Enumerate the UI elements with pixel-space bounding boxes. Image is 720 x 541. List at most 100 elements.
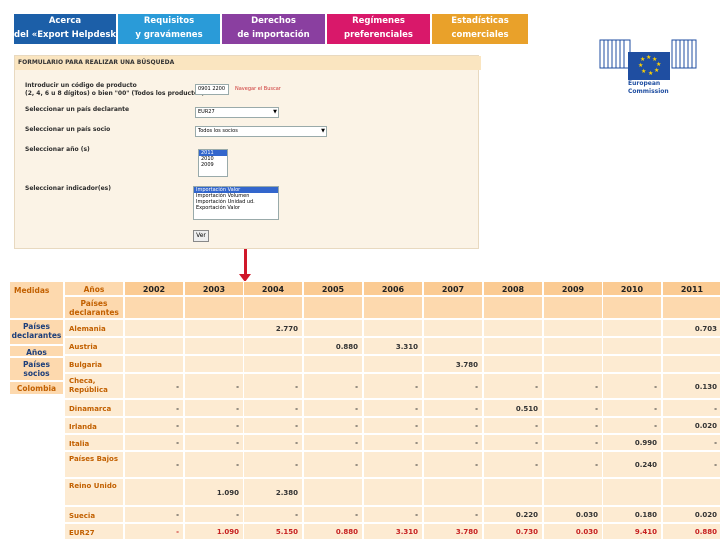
side-label-3[interactable]: Colombia: [9, 381, 64, 395]
data-cell: 0.030: [543, 523, 603, 540]
data-cell: [483, 319, 543, 337]
data-cell: [662, 337, 720, 355]
data-cell: -: [662, 434, 720, 451]
data-cell: -: [184, 506, 244, 523]
data-cell: [423, 478, 483, 506]
year-header-spacer: [662, 296, 720, 319]
reporter-label: Seleccionar un país declarante: [25, 106, 130, 113]
search-form: FORMULARIO PARA REALIZAR UNA BÚSQUEDA In…: [14, 55, 481, 249]
data-cell: [303, 355, 363, 373]
data-cell: -: [423, 434, 483, 451]
data-cell: -: [303, 373, 363, 399]
eu-flag-icon: ★ ★ ★ ★ ★ ★ ★ ★: [628, 52, 670, 80]
data-cell: [303, 319, 363, 337]
indicator-label: Seleccionar indicador(es): [25, 185, 111, 192]
year-header-spacer: [543, 296, 603, 319]
nav-tab-subtitle: del «Export Helpdesk»: [14, 30, 122, 40]
nav-tab-title: Acerca: [48, 16, 82, 26]
data-cell: 0.240: [602, 451, 662, 478]
data-cell: [602, 478, 662, 506]
data-cell: [483, 355, 543, 373]
data-cell: [543, 478, 603, 506]
reporter-select[interactable]: EUR27 ▼: [195, 107, 279, 118]
nav-tab-3[interactable]: Regímenes preferenciales: [327, 14, 430, 44]
data-cell: [184, 355, 244, 373]
data-cell: -: [423, 399, 483, 417]
data-cell: -: [243, 417, 303, 434]
data-cell: -: [662, 399, 720, 417]
data-cell: -: [184, 417, 244, 434]
year-header-spacer: [602, 296, 662, 319]
data-cell: -: [124, 417, 184, 434]
data-cell: -: [303, 434, 363, 451]
data-cell: -: [602, 417, 662, 434]
data-cell: [243, 337, 303, 355]
data-cell: [124, 319, 184, 337]
data-cell: -: [543, 434, 603, 451]
year-header-spacer: [423, 296, 483, 319]
data-cell: -: [363, 506, 423, 523]
data-cell: -: [543, 417, 603, 434]
form-title: FORMULARIO PARA REALIZAR UNA BÚSQUEDA: [15, 56, 481, 70]
browse-link[interactable]: Navegar el Buscar: [235, 86, 281, 92]
product-code-input[interactable]: 0901 2200: [195, 84, 229, 95]
year-option[interactable]: 2009: [199, 162, 227, 168]
data-cell: 5.150: [243, 523, 303, 540]
data-cell: 0.730: [483, 523, 543, 540]
nav-tab-2[interactable]: Derechos de importación: [222, 14, 325, 44]
data-cell: [124, 355, 184, 373]
partner-select[interactable]: Todos los socios ▼: [195, 126, 327, 137]
data-cell: 3.310: [363, 523, 423, 540]
data-cell: 0.880: [303, 337, 363, 355]
year-header: 2008: [483, 281, 543, 296]
year-header: 2007: [423, 281, 483, 296]
data-cell: -: [423, 417, 483, 434]
partner-label: Seleccionar un país socio: [25, 126, 111, 133]
data-cell: 2.380: [243, 478, 303, 506]
nav-tab-4[interactable]: Estadísticas comerciales: [432, 14, 528, 44]
data-cell: [543, 337, 603, 355]
data-cell: -: [243, 506, 303, 523]
data-cell: -: [303, 506, 363, 523]
row-country-label: Austria: [64, 337, 124, 355]
side-label-1[interactable]: Años: [9, 345, 64, 357]
nav-tab-title: Requisitos: [143, 16, 195, 26]
year-header: 2010: [602, 281, 662, 296]
data-cell: 9.410: [602, 523, 662, 540]
data-cell: [483, 337, 543, 355]
data-cell: -: [363, 373, 423, 399]
data-cell: 0.880: [662, 523, 720, 540]
year-header-spacer: [184, 296, 244, 319]
year-header: 2006: [363, 281, 423, 296]
submit-button[interactable]: Ver: [193, 230, 209, 242]
data-cell: [363, 319, 423, 337]
side-label-0[interactable]: Países declarantes: [9, 319, 64, 345]
data-cell: -: [303, 451, 363, 478]
data-cell: 0.180: [602, 506, 662, 523]
data-cell: 0.880: [303, 523, 363, 540]
data-cell: [423, 337, 483, 355]
year-listbox[interactable]: 2011 2010 2009: [198, 149, 228, 177]
row-country-label: Dinamarca: [64, 399, 124, 417]
data-cell: 0.510: [483, 399, 543, 417]
year-header: 2002: [124, 281, 184, 296]
data-cell: -: [423, 506, 483, 523]
data-cell: -: [124, 434, 184, 451]
indicator-option[interactable]: Exportación Valor: [194, 205, 278, 211]
data-cell: -: [243, 399, 303, 417]
partner-select-value: Todos los socios: [198, 128, 238, 134]
side-label-2[interactable]: Países socios: [9, 357, 64, 381]
data-cell: 1.090: [184, 523, 244, 540]
data-cell: -: [124, 399, 184, 417]
data-cell: -: [124, 373, 184, 399]
nav-tab-0[interactable]: Acerca del «Export Helpdesk»: [14, 14, 122, 44]
data-cell: 2.770: [243, 319, 303, 337]
indicator-listbox[interactable]: Importación Valor Importación Volumen Impo…: [193, 186, 279, 220]
data-cell: -: [184, 399, 244, 417]
data-cell: -: [243, 434, 303, 451]
measures-header: Medidas: [9, 281, 64, 319]
reporters-header: Países declarantes: [64, 296, 124, 319]
nav-tab-1[interactable]: Requisitos y gravámenes: [118, 14, 220, 44]
data-cell: 0.030: [543, 506, 603, 523]
nav-tab-title: Derechos: [251, 16, 296, 26]
